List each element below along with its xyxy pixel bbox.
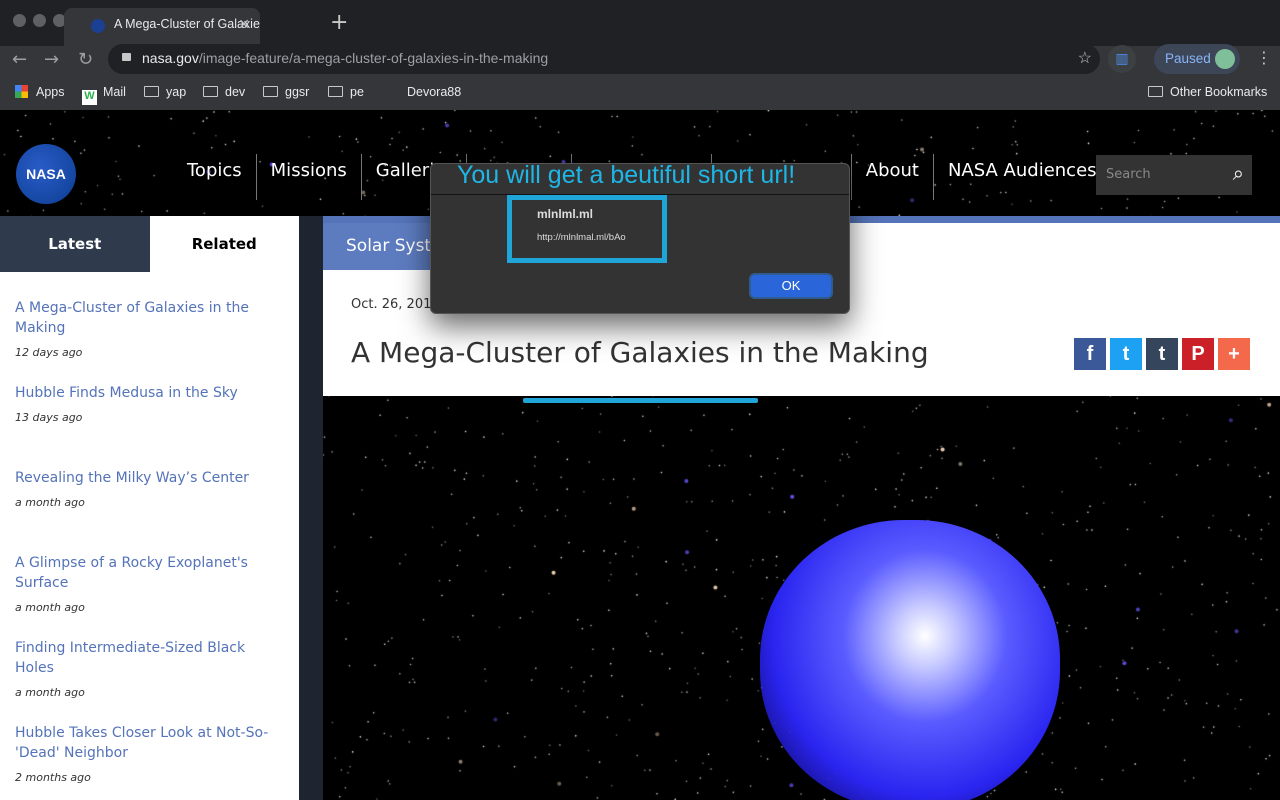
extension-icon[interactable]: ▥ [1108,45,1136,73]
pinterest-share-icon[interactable]: P [1182,338,1214,370]
nasa-logo[interactable]: NASA [16,144,76,204]
list-item-title[interactable]: A Mega-Cluster of Galaxies in the Making [15,272,284,338]
bookmark-devora88[interactable]: Devora88 [407,85,461,99]
folder-icon [203,86,218,97]
apps-grid-icon [15,85,28,98]
progress-bar [523,398,758,403]
list-item[interactable]: Finding Intermediate-Sized Black Holes a … [0,612,299,699]
bookmark-mail[interactable]: W Mail [82,85,126,105]
list-item[interactable]: Hubble Finds Medusa in the Sky 13 days ag… [0,357,299,442]
tab-related[interactable]: Related [150,216,300,272]
list-item[interactable]: Revealing the Milky Way’s Center a month … [0,442,299,527]
back-icon[interactable]: ← [12,49,27,70]
close-tab-icon[interactable]: ✕ [238,16,250,33]
list-item-date: 13 days ago [15,411,83,424]
nav-about[interactable]: About [852,154,934,200]
alert-dialog: You will get a beutiful short url! mlnlm… [430,161,850,314]
dialog-headline: You will get a beutiful short url! [457,161,796,189]
bookmark-dev[interactable]: dev [203,85,245,99]
avatar [1215,49,1235,69]
breadcrumb[interactable]: Solar System [323,223,443,270]
search-icon[interactable]: ⌕ [1233,161,1244,185]
bookmark-star-icon[interactable]: ☆ [1078,48,1092,68]
list-item-title[interactable]: Hubble Finds Medusa in the Sky [15,357,284,403]
url-domain: nasa.gov [142,50,199,66]
folder-icon [328,86,343,97]
nav-topics[interactable]: Topics [173,154,257,200]
reload-icon[interactable]: ↻ [78,49,93,70]
bookmark-ggsr[interactable]: ggsr [263,85,309,99]
page-title: A Mega-Cluster of Galaxies in the Making [351,336,929,369]
list-item-title[interactable]: A Glimpse of a Rocky Exoplanet's Surface [15,527,284,593]
list-item-date: a month ago [15,496,85,509]
dialog-site: mlnlml.ml [537,207,594,221]
list-item[interactable]: Hubble Takes Closer Look at Not-So-'Dead… [0,697,299,784]
galaxy-cluster-glow [760,520,1060,800]
short-url[interactable]: http://mlnlmal.ml/bAo [537,232,626,243]
bookmarks-bar: Apps W Mail yap dev ggsr pe Devora88 Othe… [0,76,1280,110]
browser-tab[interactable]: A Mega-Cluster of Galaxies in the Making… [64,8,260,46]
short-url-box: mlnlml.ml http://mlnlmal.ml/bAo [507,195,667,263]
more-share-icon[interactable]: + [1218,338,1250,370]
folder-icon [1148,86,1163,97]
bookmark-pe[interactable]: pe [328,85,364,99]
list-item-title[interactable]: Revealing the Milky Way’s Center [15,442,284,488]
bookmark-apps[interactable]: Apps [15,85,65,99]
nav-nasa-audiences[interactable]: NASA Audiences [934,154,1111,200]
facebook-share-icon[interactable]: f [1074,338,1106,370]
article-date: Oct. 26, 2019 [351,297,440,312]
nav-missions[interactable]: Missions [257,154,362,200]
lock-icon [122,53,131,61]
sidebar: Latest Related A Mega-Cluster of Galaxie… [0,216,299,800]
new-tab-button[interactable]: + [330,10,348,35]
minimize-window-button[interactable] [33,14,46,27]
twitter-share-icon[interactable]: t [1110,338,1142,370]
tab-latest[interactable]: Latest [0,216,150,272]
menu-icon[interactable]: ⋮ [1256,48,1272,67]
search-placeholder: Search [1106,167,1151,182]
mail-favicon-icon: W [82,90,97,105]
list-item-date: 2 months ago [15,771,91,784]
bookmark-yap[interactable]: yap [144,85,186,99]
toolbar: ← → ↻ nasa.gov/image-feature/a-mega-clus… [0,44,1280,76]
profile-button[interactable]: Paused [1154,44,1240,74]
tab-strip: A Mega-Cluster of Galaxies in the Making… [0,0,1280,46]
folder-icon [263,86,278,97]
address-bar[interactable]: nasa.gov/image-feature/a-mega-cluster-of… [108,44,1100,74]
tumblr-share-icon[interactable]: t [1146,338,1178,370]
search-input[interactable]: Search ⌕ [1096,155,1252,195]
url-path: /image-feature/a-mega-cluster-of-galaxie… [198,50,549,66]
list-item[interactable]: A Glimpse of a Rocky Exoplanet's Surface… [0,527,299,614]
forward-icon[interactable]: → [44,49,59,70]
close-window-button[interactable] [13,14,26,27]
profile-label: Paused [1165,51,1211,66]
other-bookmarks[interactable]: Other Bookmarks [1148,85,1267,99]
ok-button[interactable]: OK [749,273,833,299]
list-item-title[interactable]: Hubble Takes Closer Look at Not-So-'Dead… [15,697,284,763]
folder-icon [144,86,159,97]
nasa-favicon-icon [91,19,105,33]
sidebar-scrollbar[interactable] [299,216,323,800]
browser-chrome: A Mega-Cluster of Galaxies in the Making… [0,0,1280,110]
list-item-title[interactable]: Finding Intermediate-Sized Black Holes [15,612,284,678]
list-item[interactable]: A Mega-Cluster of Galaxies in the Making… [0,272,299,359]
